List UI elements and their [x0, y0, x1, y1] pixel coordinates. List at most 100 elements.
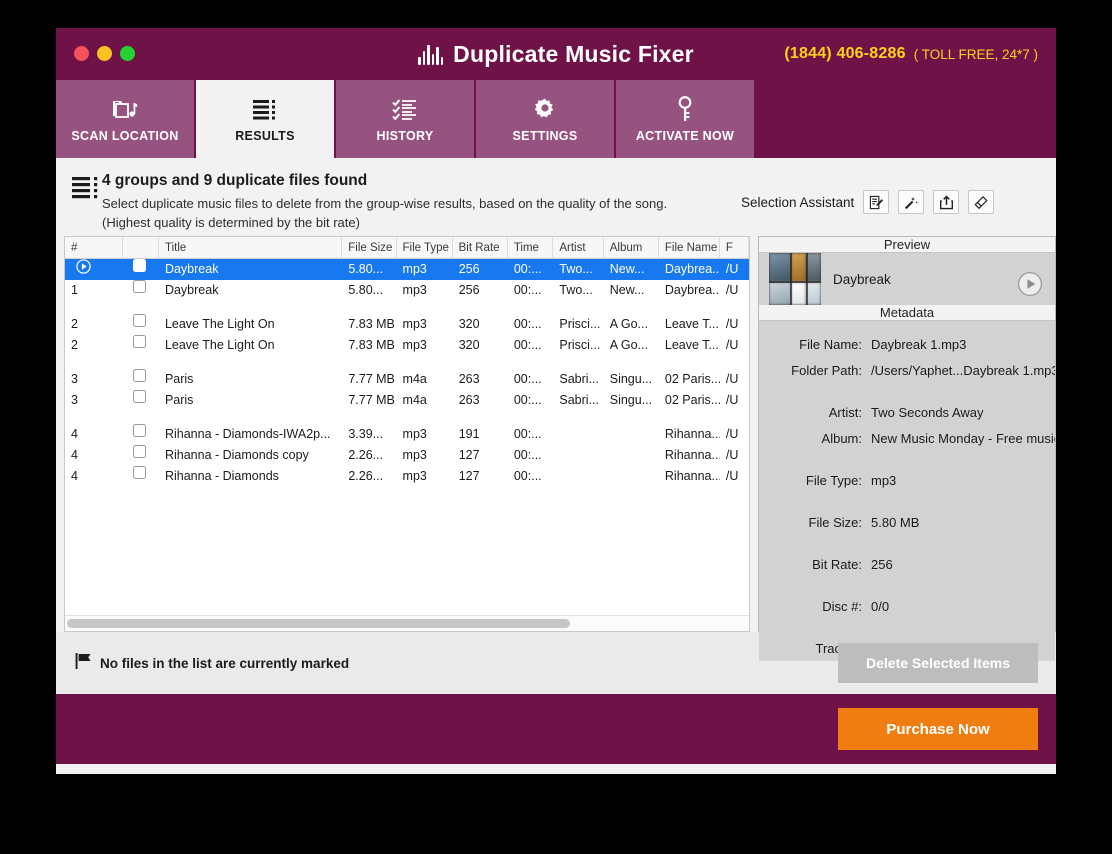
tab-label: SETTINGS: [513, 129, 578, 143]
row-checkbox[interactable]: [123, 259, 159, 280]
cell-artist: Prisci...: [553, 314, 603, 335]
cell-title: Leave The Light On: [159, 335, 342, 356]
app-title: Duplicate Music Fixer: [453, 41, 694, 68]
row-checkbox[interactable]: [123, 466, 159, 487]
horizontal-scrollbar-thumb[interactable]: [67, 619, 570, 628]
tab-bar: SCAN LOCATION RESULTS HISTORY: [56, 80, 1056, 158]
cell-artist: Sabri...: [553, 369, 603, 390]
checklist-icon: [392, 96, 418, 122]
metadata-gap: [759, 619, 1055, 635]
tab-settings[interactable]: SETTINGS: [476, 80, 616, 158]
play-row-icon[interactable]: [65, 259, 123, 280]
metadata-key: Disc #:: [759, 599, 871, 614]
cell-file-type: mp3: [397, 466, 453, 487]
edit-note-icon[interactable]: [863, 190, 889, 214]
table-row[interactable]: 4Rihanna - Diamonds copy2.26...mp312700:…: [65, 445, 749, 466]
table-row[interactable]: Daybreak5.80...mp325600:...Two...New...D…: [65, 259, 749, 280]
row-checkbox[interactable]: [123, 369, 159, 390]
minimize-button[interactable]: [97, 46, 112, 61]
selection-assistant: Selection Assistant: [741, 172, 1056, 214]
row-checkbox[interactable]: [123, 445, 159, 466]
row-group-number: 2: [65, 335, 123, 356]
cell-bit-rate: 256: [453, 259, 508, 280]
cell-bit-rate: 263: [453, 390, 508, 411]
cell-file-size: 7.77 MB: [342, 390, 396, 411]
table-row[interactable]: 3Paris7.77 MBm4a26300:...Sabri...Singu..…: [65, 390, 749, 411]
column-header-time[interactable]: Time: [508, 237, 554, 259]
cell-album: A Go...: [604, 314, 659, 335]
column-header-title[interactable]: Title: [159, 237, 342, 259]
phone-number[interactable]: (1844) 406-8286: [784, 45, 905, 63]
row-checkbox[interactable]: [123, 280, 159, 301]
footer-bar: Purchase Now: [56, 694, 1056, 764]
folder-music-icon: [112, 96, 138, 122]
row-group-number: 4: [65, 424, 123, 445]
table-row-spacer: [65, 411, 749, 424]
magic-wand-icon[interactable]: [898, 190, 924, 214]
column-header-bit-rate[interactable]: Bit Rate: [453, 237, 508, 259]
cell-file-type: mp3: [397, 280, 453, 301]
export-icon[interactable]: [933, 190, 959, 214]
row-checkbox[interactable]: [123, 335, 159, 356]
row-checkbox[interactable]: [123, 390, 159, 411]
cell-file-type: m4a: [397, 390, 453, 411]
purchase-now-button[interactable]: Purchase Now: [838, 708, 1038, 750]
cell-file-name: Rihanna...: [659, 424, 720, 445]
table-row[interactable]: 4Rihanna - Diamonds-IWA2p...3.39...mp319…: [65, 424, 749, 445]
zoom-button[interactable]: [120, 46, 135, 61]
cell-title: Paris: [159, 369, 342, 390]
tab-history[interactable]: HISTORY: [336, 80, 476, 158]
gear-icon: [533, 96, 557, 122]
cell-file-type: mp3: [397, 424, 453, 445]
cell-file-name: 02 Paris...: [659, 390, 720, 411]
metadata-row: Bit Rate:256: [759, 551, 1055, 577]
cell-title: Rihanna - Diamonds: [159, 466, 342, 487]
cell-file-type: mp3: [397, 259, 453, 280]
table-row[interactable]: 4Rihanna - Diamonds2.26...mp312700:...Ri…: [65, 466, 749, 487]
row-checkbox[interactable]: [123, 314, 159, 335]
cell-file-size: 7.83 MB: [342, 335, 396, 356]
cell-time: 00:...: [508, 280, 554, 301]
cell-time: 00:...: [508, 445, 554, 466]
cell-file-name: Rihanna...: [659, 466, 720, 487]
metadata-list: File Name:Daybreak 1.mp3Folder Path:/Use…: [759, 321, 1055, 661]
table-row[interactable]: 2Leave The Light On7.83 MBmp332000:...Pr…: [65, 335, 749, 356]
tab-activate-now[interactable]: ACTIVATE NOW: [616, 80, 756, 158]
table-row[interactable]: 2Leave The Light On7.83 MBmp332000:...Pr…: [65, 314, 749, 335]
column-header-folder[interactable]: F: [720, 237, 749, 259]
row-group-number: 4: [65, 466, 123, 487]
eraser-icon[interactable]: [968, 190, 994, 214]
column-header-album[interactable]: Album: [604, 237, 659, 259]
column-header-artist[interactable]: Artist: [553, 237, 603, 259]
cell-album: [604, 466, 659, 487]
cell-file-size: 2.26...: [342, 445, 396, 466]
metadata-gap: [759, 535, 1055, 551]
column-header-file-size[interactable]: File Size: [342, 237, 396, 259]
metadata-key: File Size:: [759, 515, 871, 530]
results-subtitle-line1: Select duplicate music files to delete f…: [102, 195, 741, 214]
table-row[interactable]: 1Daybreak5.80...mp325600:...Two...New...…: [65, 280, 749, 301]
cell-title: Rihanna - Diamonds-IWA2p...: [159, 424, 342, 445]
cell-artist: Prisci...: [553, 335, 603, 356]
tab-scan-location[interactable]: SCAN LOCATION: [56, 80, 196, 158]
column-header-number[interactable]: #: [65, 237, 123, 259]
metadata-value: Two Seconds Away: [871, 405, 1055, 420]
horizontal-scrollbar[interactable]: [65, 615, 749, 631]
tab-label: ACTIVATE NOW: [636, 129, 734, 143]
close-button[interactable]: [74, 46, 89, 61]
cell-file-size: 5.80...: [342, 259, 396, 280]
tab-results[interactable]: RESULTS: [196, 80, 336, 158]
row-checkbox[interactable]: [123, 424, 159, 445]
column-header-checkbox[interactable]: [123, 237, 159, 259]
table-body: Daybreak5.80...mp325600:...Two...New...D…: [65, 259, 749, 615]
cell-bit-rate: 320: [453, 314, 508, 335]
metadata-gap: [759, 451, 1055, 467]
table-row[interactable]: 3Paris7.77 MBm4a26300:...Sabri...Singu..…: [65, 369, 749, 390]
column-header-file-type[interactable]: File Type: [397, 237, 453, 259]
metadata-value: mp3: [871, 473, 1055, 488]
play-circle-icon[interactable]: [1017, 271, 1043, 297]
delete-selected-items-button[interactable]: Delete Selected Items: [838, 643, 1038, 683]
cell-time: 00:...: [508, 369, 554, 390]
metadata-key: Album:: [759, 431, 871, 446]
column-header-file-name[interactable]: File Name: [659, 237, 720, 259]
